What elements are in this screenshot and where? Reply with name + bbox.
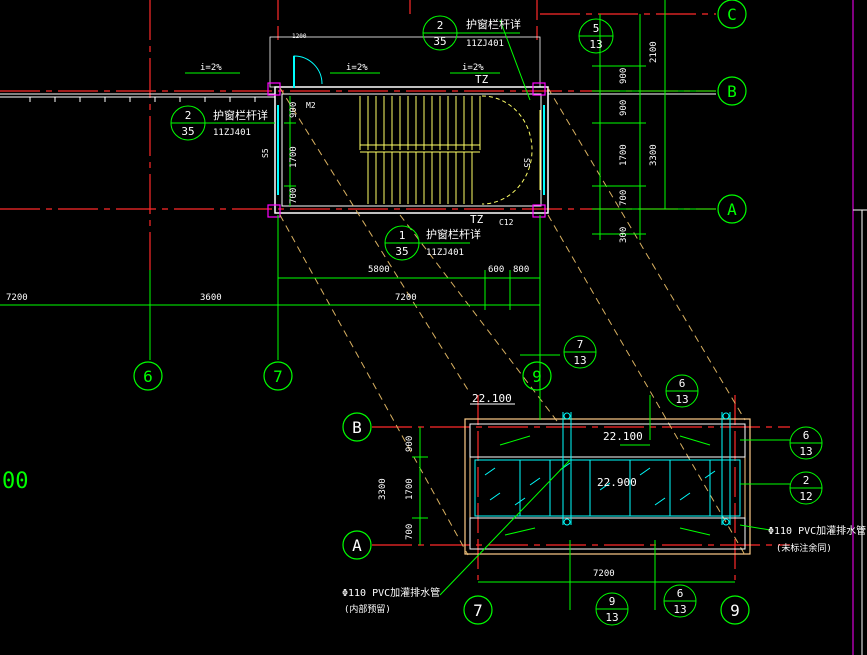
axis-label-9: 9 [532, 367, 542, 386]
axis-label-b: B [727, 82, 737, 101]
dimension-lines-upper [0, 0, 716, 360]
pipe-label-left: Φ110 PVC加灌排水管 [342, 586, 440, 599]
wall-ticks [29, 97, 256, 102]
dim-h-800: 800 [513, 265, 529, 275]
pipe-note-left: (内部预留) [344, 603, 391, 615]
elev-22100-b: 22.100 [603, 430, 643, 443]
elev-22900: 22.900 [597, 476, 637, 489]
stairwell-outer-wall [274, 86, 549, 214]
ref-6-right-sheet: 13 [799, 445, 812, 458]
ref-2-12-num: 2 [803, 474, 810, 487]
dim-roof-1700: 1700 [405, 478, 415, 500]
stairwell-plan [267, 36, 549, 218]
ref-6-bottom-sheet: 13 [673, 603, 686, 616]
column-se [532, 204, 546, 218]
dim-h-600: 600 [488, 265, 504, 275]
dim-right-3300: 3300 [649, 144, 659, 166]
door-code: M2 [306, 101, 316, 110]
drain-pipes [562, 412, 731, 526]
text-labels: 护窗栏杆详 11ZJ401 护窗栏杆详 11ZJ401 护窗栏杆详 11ZJ40… [2, 17, 866, 615]
ref-6-bottom-num: 6 [677, 587, 684, 600]
sheet-border [852, 0, 867, 655]
window-code: C12 [499, 218, 514, 227]
door-width-dim: 1200 [292, 33, 307, 40]
axis-label-a-lower: A [352, 536, 362, 555]
ref-6-top-sheet: 13 [675, 393, 688, 406]
dim-roof-7200: 7200 [593, 569, 615, 579]
railing-label-mid: 护窗栏杆详 [426, 227, 481, 241]
dim-roof-900: 900 [405, 436, 415, 452]
slope-label-1: i=2% [200, 63, 222, 73]
stair-treads [359, 96, 481, 204]
dim-stair-700: 700 [289, 188, 299, 204]
tz-label-bottom: TZ [470, 213, 484, 226]
slope-label-2: i=2% [346, 63, 368, 73]
dim-right-2100: 2100 [649, 41, 659, 63]
left-edge-mark: 00 [2, 469, 29, 494]
slope-label-3: i=2% [462, 63, 484, 73]
dim-stair-900: 900 [289, 102, 299, 118]
ref-2-12-sheet: 12 [799, 490, 812, 503]
elev-22100-a: 22.100 [472, 392, 512, 405]
ref-9-sheet: 13 [605, 611, 618, 624]
dim-h-5800: 5800 [368, 265, 390, 275]
dim-right-900b: 900 [619, 100, 629, 116]
cad-drawing-canvas: C B A 6 7 9 B A 7 9 2 35 5 13 2 35 1 35 … [0, 0, 867, 655]
dim-h-3600: 3600 [200, 293, 222, 303]
side-mark-right: S5 [522, 158, 531, 168]
dim-stair-1700: 1700 [289, 146, 299, 168]
railing-code-top: 11ZJ401 [466, 39, 504, 49]
dim-right-700: 700 [619, 190, 629, 206]
railing-label-left: 护窗栏杆详 [213, 108, 268, 122]
ref-mid-1-sheet: 35 [395, 245, 408, 258]
pipe-note-right: (未标注余同) [776, 542, 832, 554]
exterior-wall-line [0, 93, 716, 102]
ref-left-2-num: 2 [185, 109, 192, 122]
ref-6-right-num: 6 [803, 429, 810, 442]
dim-roof-3300: 3300 [378, 478, 388, 500]
axis-label-9-lower: 9 [730, 601, 740, 620]
railing-code-left: 11ZJ401 [213, 128, 251, 138]
axis-label-b-lower: B [352, 418, 362, 437]
ref-mid-1-num: 1 [399, 229, 406, 242]
projection-lines [279, 87, 746, 556]
dim-right-300: 300 [619, 227, 629, 243]
railing-label-top: 护窗栏杆详 [466, 17, 521, 31]
dim-h-7200-left: 7200 [6, 293, 28, 303]
door-swing-arc [293, 55, 323, 88]
axis-label-7-lower: 7 [473, 601, 483, 620]
axis-label-a: A [727, 200, 737, 219]
column-ne [532, 82, 546, 96]
dim-right-900: 900 [619, 68, 629, 84]
ref-5-sheet: 13 [589, 38, 602, 51]
detail-ref-circles [170, 15, 823, 626]
ref-top-2-num: 2 [437, 19, 444, 32]
ref-5-num: 5 [593, 22, 600, 35]
detail-ref-texts: 2 35 5 13 2 35 1 35 7 13 6 13 6 13 2 12 … [181, 19, 812, 624]
railing-code-mid: 11ZJ401 [426, 248, 464, 258]
tz-label-top: TZ [475, 73, 489, 86]
ref-7-num: 7 [577, 338, 584, 351]
stairwell-inner-wall [281, 93, 542, 207]
ref-9-num: 9 [609, 595, 616, 608]
dim-h-7200-mid: 7200 [395, 293, 417, 303]
ref-7-sheet: 13 [573, 354, 586, 367]
ref-top-2-sheet: 35 [433, 35, 446, 48]
pipe-label-right: Φ110 PVC加灌排水管 [768, 524, 866, 537]
ref-6-top-num: 6 [679, 377, 686, 390]
axis-label-7: 7 [273, 367, 283, 386]
dim-roof-700: 700 [405, 524, 415, 540]
axis-label-6: 6 [143, 367, 153, 386]
stair-landing-arc [481, 95, 533, 205]
side-mark-left: S5 [261, 148, 270, 158]
dim-right-1700: 1700 [619, 144, 629, 166]
axis-label-c: C [727, 5, 737, 24]
ref-left-2-sheet: 35 [181, 125, 194, 138]
